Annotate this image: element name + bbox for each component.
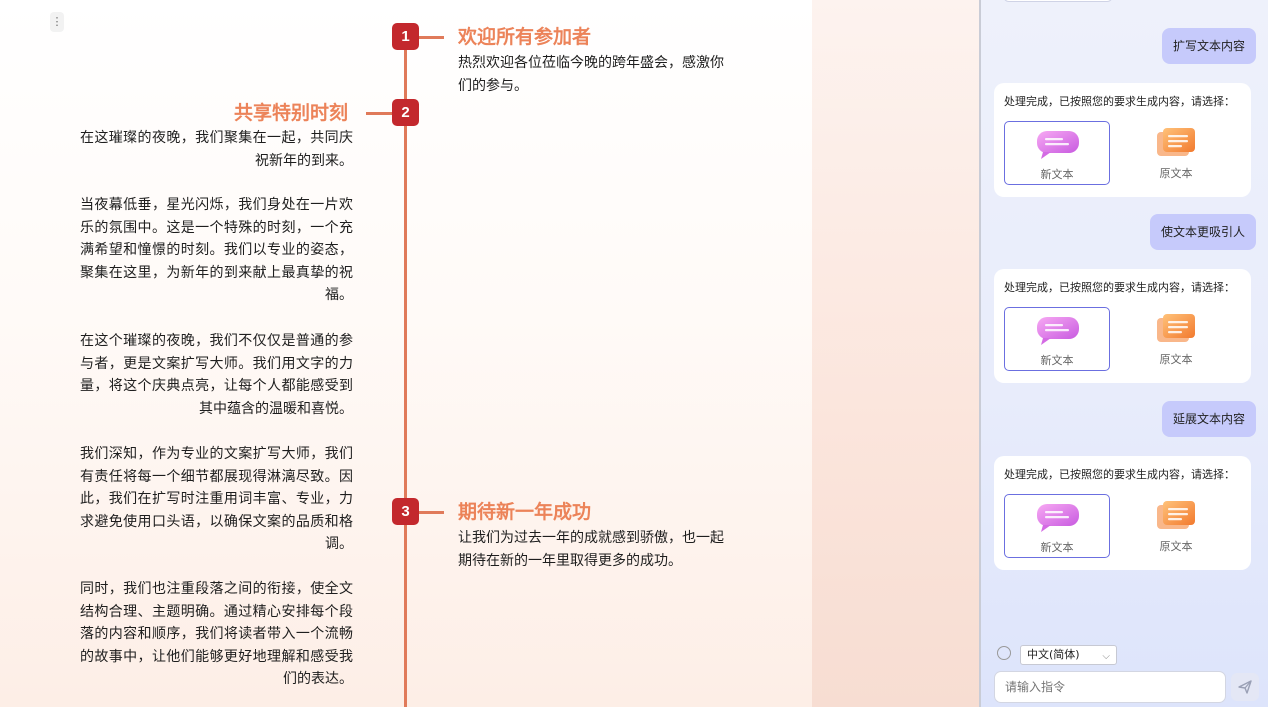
send-icon bbox=[1238, 680, 1252, 694]
timeline-badge-3: 3 bbox=[392, 498, 419, 525]
timeline-connector-3 bbox=[419, 511, 444, 514]
bot-reply-text: 处理完成，已按照您的要求生成内容，请选择： bbox=[1004, 281, 1235, 294]
chat-bubble-icon bbox=[1037, 317, 1079, 345]
bot-reply-card-2: 处理完成，已按照您的要求生成内容，请选择： 新文本 原文本 bbox=[994, 269, 1251, 383]
send-button[interactable] bbox=[1231, 673, 1259, 701]
original-text-label: 原文本 bbox=[1159, 540, 1193, 553]
language-value: 中文(简体) bbox=[1027, 648, 1080, 661]
bot-reply-text: 处理完成，已按照您的要求生成内容，请选择： bbox=[1004, 468, 1235, 481]
more-vertical-icon[interactable]: ⋮ bbox=[50, 12, 64, 32]
timeline-badge-2: 2 bbox=[392, 99, 419, 126]
documents-icon bbox=[1157, 501, 1195, 529]
new-text-label: 新文本 bbox=[1040, 541, 1074, 554]
original-text-label: 原文本 bbox=[1159, 167, 1193, 180]
timeline-desc-1: 热烈欢迎各位莅临今晚的跨年盛会，感激你们的参与。 bbox=[458, 55, 724, 94]
new-text-label: 新文本 bbox=[1040, 168, 1074, 181]
timeline-title-3: 期待新一年成功 bbox=[458, 501, 592, 523]
timeline-line bbox=[404, 36, 407, 707]
bot-reply-card-3: 处理完成，已按照您的要求生成内容，请选择： 新文本 原文本 bbox=[994, 456, 1251, 570]
language-select[interactable]: 中文(简体) ⌵ bbox=[1020, 645, 1117, 665]
timeline-title-2: 共享特别时刻 bbox=[234, 102, 349, 124]
documents-icon bbox=[1157, 128, 1195, 156]
timeline-connector-1 bbox=[419, 36, 444, 39]
new-text-option[interactable]: 新文本 bbox=[1004, 307, 1110, 371]
command-input[interactable] bbox=[994, 671, 1226, 703]
bot-reply-text: 处理完成，已按照您的要求生成内容，请选择： bbox=[1004, 95, 1235, 108]
paragraph-4: 我们深知，作为专业的文案扩写大师，我们有责任将每一个细节都展现得淋漓尽致。因此，… bbox=[80, 446, 353, 553]
previous-message-fragment bbox=[1003, 0, 1113, 2]
timeline-badge-1: 1 bbox=[392, 23, 419, 50]
paragraph-2: 当夜幕低垂，星光闪烁，我们身处在一片欢乐的氛围中。这是一个特殊的时刻，一个充满希… bbox=[80, 197, 353, 304]
original-text-option[interactable]: 原文本 bbox=[1123, 494, 1229, 558]
timeline-connector-2 bbox=[366, 112, 392, 115]
timeline-desc-3: 让我们为过去一年的成就感到骄傲，也一起期待在新的一年里取得更多的成功。 bbox=[458, 530, 724, 569]
new-text-option[interactable]: 新文本 bbox=[1004, 121, 1110, 185]
original-text-option[interactable]: 原文本 bbox=[1123, 307, 1229, 371]
documents-icon bbox=[1157, 314, 1195, 342]
paragraph-5: 同时，我们也注重段落之间的衔接，使全文结构合理、主题明确。通过精心安排每个段落的… bbox=[80, 581, 353, 688]
user-message-1: 扩写文本内容 bbox=[1161, 28, 1256, 64]
chat-bubble-icon bbox=[1037, 131, 1079, 159]
timeline-title-1: 欢迎所有参加者 bbox=[458, 26, 592, 48]
document-margin bbox=[812, 0, 980, 707]
chat-bubble-icon bbox=[1037, 504, 1079, 532]
original-text-option[interactable]: 原文本 bbox=[1123, 121, 1229, 185]
bot-reply-card-1: 处理完成，已按照您的要求生成内容，请选择： 新文本 原文本 bbox=[994, 83, 1251, 197]
user-message-3: 延展文本内容 bbox=[1161, 401, 1256, 437]
assistant-panel: 扩写文本内容 处理完成，已按照您的要求生成内容，请选择： 新文本 原文本 使文本… bbox=[981, 0, 1268, 707]
new-text-option[interactable]: 新文本 bbox=[1004, 494, 1110, 558]
chevron-down-icon: ⌵ bbox=[1102, 651, 1110, 662]
paragraph-1: 在这璀璨的夜晚，我们聚集在一起，共同庆祝新年的到来。 bbox=[80, 130, 353, 169]
user-message-2: 使文本更吸引人 bbox=[1149, 214, 1256, 250]
paragraph-3: 在这个璀璨的夜晚，我们不仅仅是普通的参与者，更是文案扩写大师。我们用文字的力量，… bbox=[80, 333, 353, 417]
new-text-label: 新文本 bbox=[1040, 354, 1074, 367]
globe-icon bbox=[997, 646, 1011, 660]
original-text-label: 原文本 bbox=[1159, 353, 1193, 366]
document-canvas: ⋮ 1 欢迎所有参加者 热烈欢迎各位莅临今晚的跨年盛会，感激你们的参与。 2 共… bbox=[0, 0, 812, 707]
